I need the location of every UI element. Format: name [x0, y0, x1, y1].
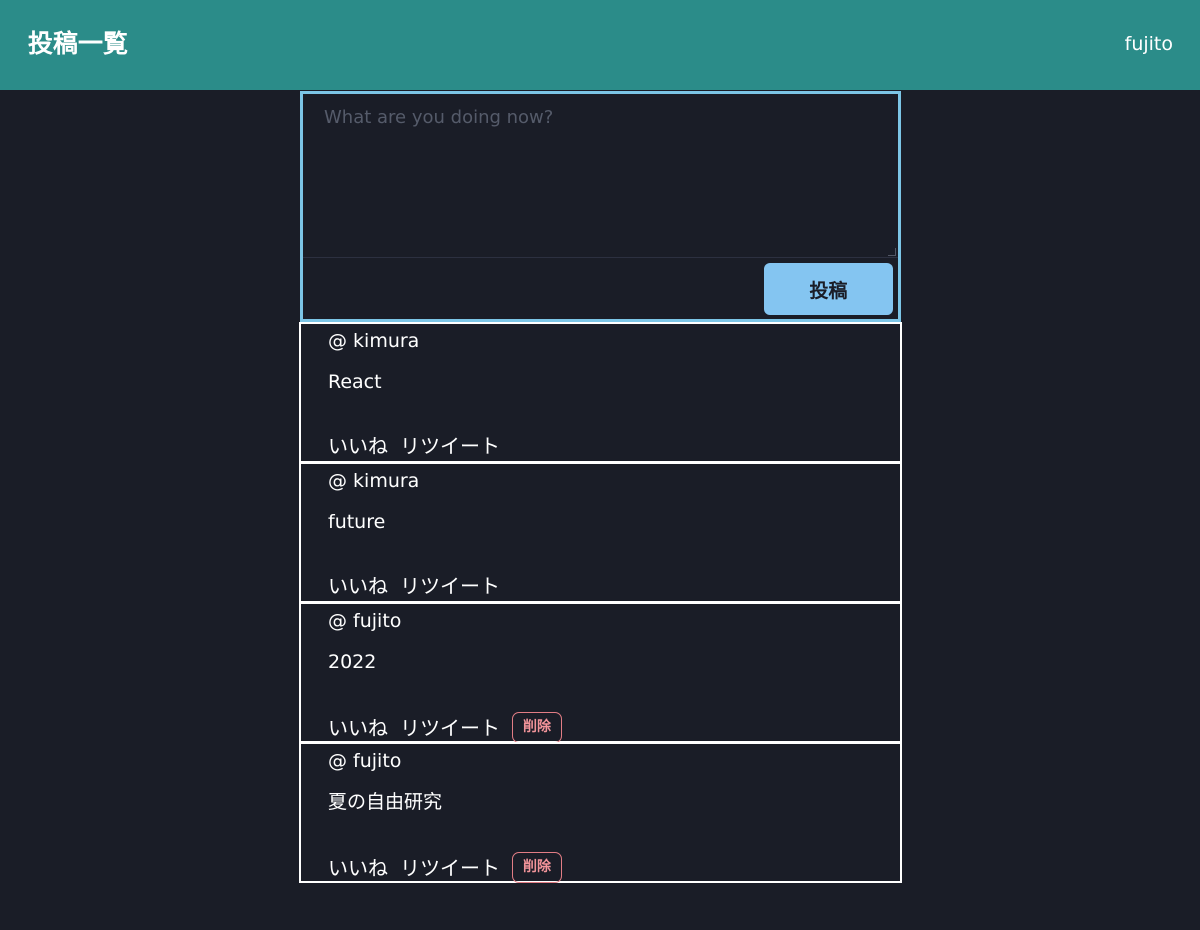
- post-actions: いいね リツイート 削除: [328, 852, 562, 883]
- post-content: 夏の自由研究: [328, 791, 443, 813]
- post-author: @ kimura: [328, 330, 420, 352]
- post-author: @ fujito: [328, 750, 402, 772]
- delete-button[interactable]: 削除: [512, 712, 562, 743]
- compose-form: 投稿: [300, 91, 901, 322]
- app-header: 投稿一覧 fujito: [0, 0, 1200, 90]
- page-title: 投稿一覧: [28, 29, 129, 58]
- post-card: @ kimura React いいね リツイート: [299, 322, 902, 463]
- like-button[interactable]: いいね: [328, 714, 388, 742]
- current-username[interactable]: fujito: [1125, 30, 1173, 58]
- submit-post-button[interactable]: 投稿: [764, 263, 893, 315]
- post-actions: いいね リツイート: [328, 432, 512, 460]
- post-content: 2022: [328, 651, 377, 673]
- post-content: future: [328, 511, 386, 533]
- post-card: @ fujito 2022 いいね リツイート 削除: [299, 602, 902, 743]
- retweet-button[interactable]: リツイート: [400, 432, 500, 460]
- post-actions: いいね リツイート 削除: [328, 712, 562, 743]
- retweet-button[interactable]: リツイート: [400, 572, 500, 600]
- post-card: @ kimura future いいね リツイート: [299, 462, 902, 603]
- delete-button[interactable]: 削除: [512, 852, 562, 883]
- retweet-button[interactable]: リツイート: [400, 714, 500, 742]
- post-input[interactable]: [303, 94, 898, 258]
- post-author: @ kimura: [328, 470, 420, 492]
- post-content: React: [328, 371, 382, 393]
- post-card: @ fujito 夏の自由研究 いいね リツイート 削除: [299, 742, 902, 883]
- retweet-button[interactable]: リツイート: [400, 854, 500, 882]
- post-actions: いいね リツイート: [328, 572, 512, 600]
- post-author: @ fujito: [328, 610, 402, 632]
- resize-handle[interactable]: [888, 248, 896, 256]
- like-button[interactable]: いいね: [328, 572, 388, 600]
- like-button[interactable]: いいね: [328, 854, 388, 882]
- like-button[interactable]: いいね: [328, 432, 388, 460]
